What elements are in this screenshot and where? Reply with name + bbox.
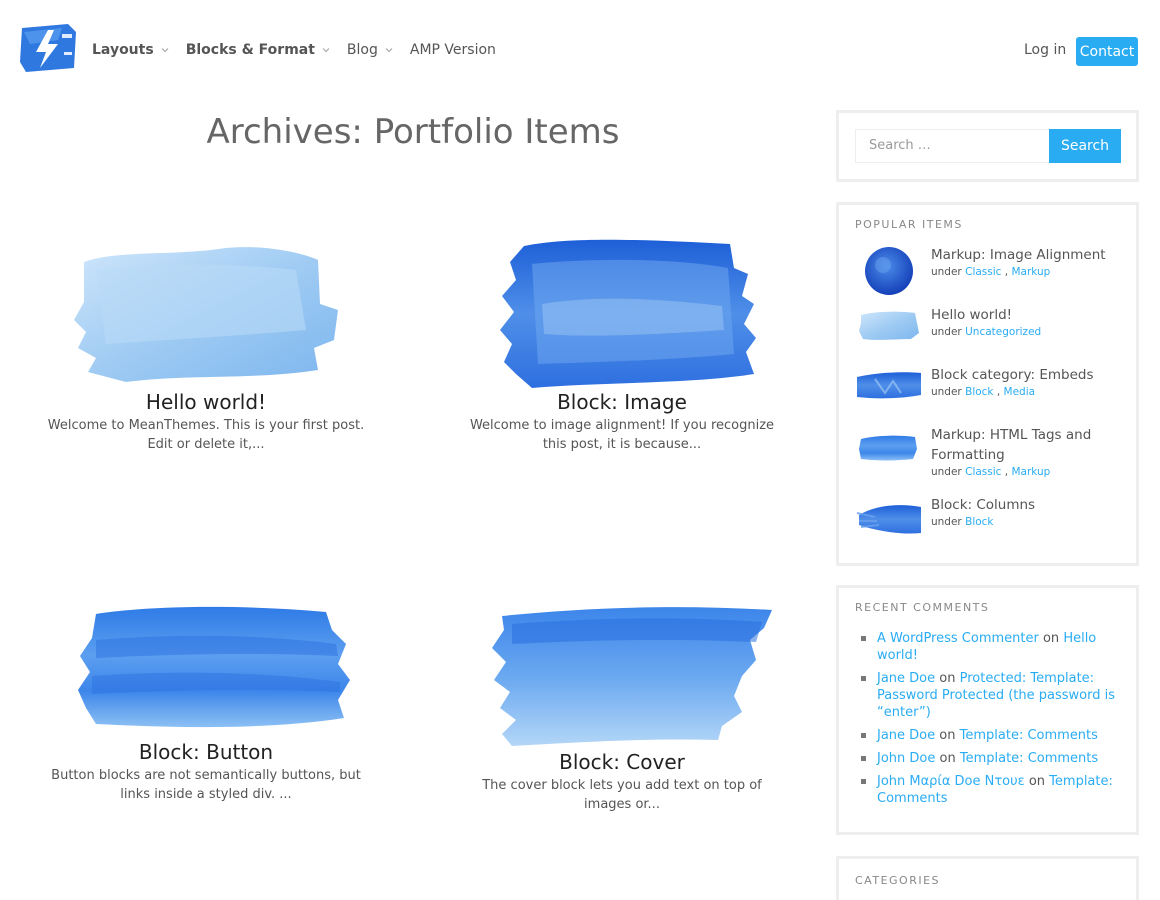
post-excerpt: Button blocks are not semantically butto… [51,768,361,802]
category-link[interactable]: Uncategorized [965,326,1041,338]
post-title[interactable]: Block: Cover [452,750,792,774]
post-thumbnail[interactable] [56,600,356,740]
under-label: under [931,326,962,338]
comment-post-link[interactable]: Template: Comments [960,728,1098,743]
post-excerpt: Welcome to image alignment! If you recog… [469,418,775,452]
post-excerpt: The cover block lets you add text on top… [482,778,762,812]
under-label: under [931,516,962,528]
category-link[interactable]: Markup [1011,466,1050,478]
category-link[interactable]: Markup [1011,266,1050,278]
popular-item-title[interactable]: Block category: Embeds [931,365,1121,385]
under-label: under [931,386,962,398]
search-widget: Search … Search [836,110,1139,182]
nav-item-label: AMP Version [409,42,496,58]
popular-item-title[interactable]: Markup: Image Alignment [931,245,1121,265]
popular-item-title[interactable]: Markup: HTML Tags and Formatting [931,425,1121,465]
post-thumbnail[interactable] [56,240,356,390]
popular-item-thumbnail[interactable] [855,245,921,295]
popular-item: Markup: Image Alignment under Classic , … [855,245,1125,301]
post-card: Block: Image Welcome to image alignment!… [452,234,792,454]
popular-item-thumbnail[interactable] [855,425,921,469]
popular-item-thumbnail[interactable] [855,495,923,539]
categories-widget: CATEGORIES [836,856,1139,900]
search-button[interactable]: Search [1049,129,1121,163]
popular-item-meta: under Classic , Markup [931,466,1051,478]
recent-comments-widget: RECENT COMMENTS A WordPress Commenter on… [836,585,1139,835]
list-item: Jane Doe on Protected: Template: Passwor… [859,670,1124,721]
post-card: Block: Cover The cover block lets you ad… [452,600,792,814]
on-label: on [939,728,956,743]
chevron-down-icon [322,48,330,53]
category-link[interactable]: Block [965,516,993,528]
post-thumbnail[interactable] [472,234,772,390]
nav-item-label: Layouts [92,42,154,58]
popular-item-meta: under Block , Media [931,386,1036,398]
widget-title: RECENT COMMENTS [855,601,990,614]
page-title: Archives: Portfolio Items [206,112,620,152]
category-link[interactable]: Block [965,386,993,398]
popular-item-meta: under Block [931,516,1121,528]
comment-author-link[interactable]: John Μαρία Doe Ντουε [877,774,1025,789]
popular-item-thumbnail[interactable] [855,365,923,405]
site-logo-icon[interactable] [18,22,78,74]
nav-item-label: Blocks & Format [185,42,315,58]
list-item: John Μαρία Doe Ντουε on Template: Commen… [859,773,1124,807]
category-link[interactable]: Classic [965,466,1001,478]
popular-item-title[interactable]: Hello world! [931,305,1121,325]
on-label: on [939,671,956,686]
comment-author-link[interactable]: John Doe [877,751,935,766]
post-title[interactable]: Block: Image [452,390,792,414]
nav-item-amp-version[interactable]: AMP Version [410,42,496,58]
on-label: on [939,751,956,766]
comments-list: A WordPress Commenter on Hello world! Ja… [859,630,1124,813]
nav-item-layouts[interactable]: Layouts [92,42,170,58]
popular-item: Hello world! under Uncategorized [855,305,1125,361]
post-title[interactable]: Block: Button [36,740,376,764]
widget-title: POPULAR ITEMS [855,218,963,231]
post-excerpt: Welcome to MeanThemes. This is your firs… [47,418,365,452]
chevron-down-icon [385,48,393,53]
popular-item: Markup: HTML Tags and Formatting under C… [855,425,1125,493]
popular-item-thumbnail[interactable] [855,305,921,345]
popular-item: Block: Columns under Block [855,495,1125,551]
under-label: under [931,466,962,478]
nav-item-label: Blog [346,42,378,58]
comment-post-link[interactable]: Template: Comments [960,751,1098,766]
popular-item: Block category: Embeds under Block , Med… [855,365,1125,421]
post-thumbnail[interactable] [472,600,772,750]
comment-author-link[interactable]: Jane Doe [877,728,935,743]
category-link[interactable]: Media [1004,386,1036,398]
under-label: under [931,266,962,278]
popular-items-widget: POPULAR ITEMS Markup: Image Alignment un… [836,202,1139,566]
chevron-down-icon [161,48,169,53]
comment-author-link[interactable]: Jane Doe [877,671,935,686]
nav-item-blocks-format[interactable]: Blocks & Format [186,42,331,58]
category-link[interactable]: Classic [965,266,1001,278]
on-label: on [1042,631,1060,646]
site-header: Layouts Blocks & Format Blog AMP Version… [0,0,1160,100]
main-nav: Layouts Blocks & Format Blog AMP Version [92,42,512,58]
login-link[interactable]: Log in [1024,42,1066,58]
popular-item-title[interactable]: Block: Columns [931,495,1121,515]
post-title[interactable]: Hello world! [36,390,376,414]
contact-button[interactable]: Contact [1076,37,1138,66]
popular-item-meta: under Classic , Markup [931,266,1051,278]
post-card: Hello world! Welcome to MeanThemes. This… [36,240,376,454]
popular-item-meta: under Uncategorized [931,326,1121,338]
list-item: A WordPress Commenter on Hello world! [859,630,1124,664]
list-item: John Doe on Template: Comments [859,750,1124,767]
post-card: Block: Button Button blocks are not sema… [36,600,376,804]
nav-item-blog[interactable]: Blog [347,42,394,58]
widget-title: CATEGORIES [855,874,941,887]
comment-author-link[interactable]: A WordPress Commenter [877,631,1039,646]
list-item: Jane Doe on Template: Comments [859,727,1124,744]
search-input[interactable]: Search … [855,129,1051,163]
on-label: on [1028,774,1046,789]
